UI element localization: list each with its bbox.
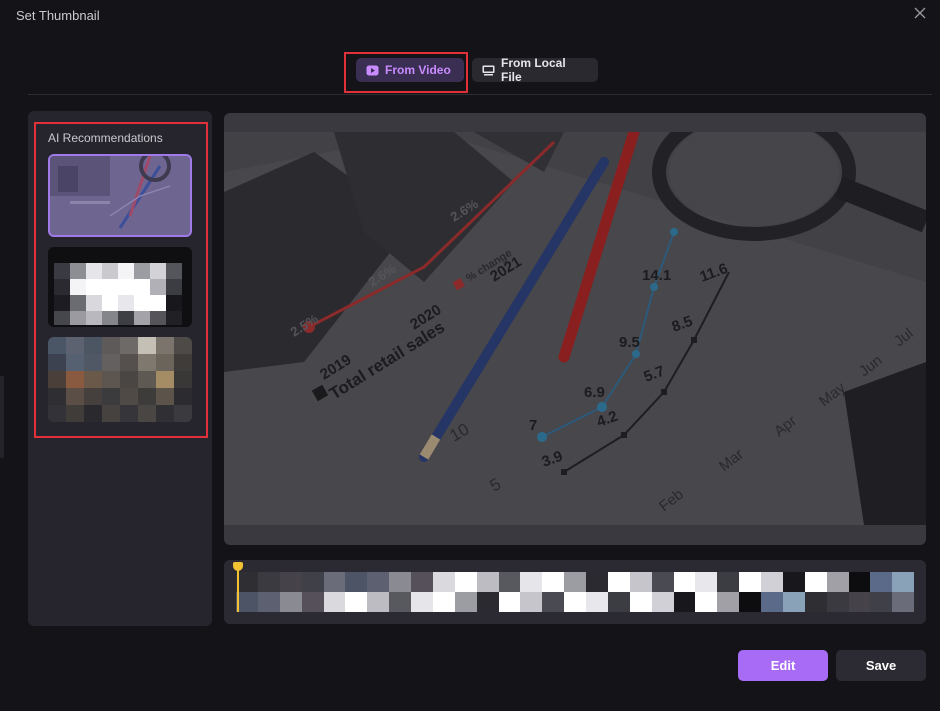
thumbnail-preview-image: 2019 2020 2021 2.5% 2.6% 2.6% Total retail sal… — [224, 132, 926, 525]
tab-from-video[interactable]: From Video — [356, 58, 464, 82]
timeline-frame[interactable] — [498, 572, 521, 612]
tab-from-video-label: From Video — [385, 63, 451, 77]
ai-recommendations-title: AI Recommendations — [48, 131, 163, 145]
timeline-frame[interactable] — [870, 572, 893, 612]
timeline-frame[interactable] — [804, 572, 827, 612]
preview-blue-point-label: 7 — [529, 417, 537, 434]
preview-container: 2019 2020 2021 2.5% 2.6% 2.6% Total retail sal… — [224, 113, 926, 545]
timeline-frame[interactable] — [323, 572, 346, 612]
close-icon[interactable] — [914, 6, 928, 20]
timeline-frame[interactable] — [367, 572, 390, 612]
timeline-frame[interactable] — [411, 572, 433, 612]
timeline-frame[interactable] — [389, 572, 411, 612]
dialog-title: Set Thumbnail — [16, 8, 100, 23]
timeline-frame[interactable] — [695, 572, 718, 612]
timeline-frame[interactable] — [717, 572, 740, 612]
timeline-frame[interactable] — [629, 572, 652, 612]
playhead-line — [237, 570, 239, 612]
tab-from-local-file[interactable]: From Local File — [472, 56, 598, 84]
timeline-frame[interactable] — [739, 572, 761, 612]
timeline-frame[interactable] — [848, 572, 871, 612]
timeline-frame[interactable] — [564, 572, 586, 612]
image-file-icon — [482, 65, 495, 76]
timeline-frame-strip[interactable] — [236, 572, 915, 612]
timeline-frame[interactable] — [257, 572, 280, 612]
timeline-frame[interactable] — [432, 572, 455, 612]
timeline-frame[interactable] — [607, 572, 630, 612]
video-timeline[interactable] — [224, 560, 926, 624]
video-play-icon — [366, 65, 379, 76]
timeline-frame[interactable] — [826, 572, 849, 612]
left-edge-divider — [0, 376, 4, 458]
timeline-frame[interactable] — [892, 572, 915, 612]
timeline-frame[interactable] — [586, 572, 608, 612]
edit-button[interactable]: Edit — [738, 650, 828, 681]
timeline-frame[interactable] — [476, 572, 499, 612]
preview-blue-point-label: 9.5 — [619, 334, 640, 351]
preview-blue-point-label: 6.9 — [584, 384, 605, 401]
timeline-playhead[interactable] — [233, 562, 243, 612]
preview-blue-point-label: 14.1 — [642, 267, 671, 284]
timeline-frame[interactable] — [673, 572, 696, 612]
timeline-frame[interactable] — [761, 572, 783, 612]
save-button[interactable]: Save — [836, 650, 926, 681]
recommendation-thumbnail-1[interactable] — [48, 154, 192, 237]
timeline-frame[interactable] — [279, 572, 302, 612]
timeline-frame[interactable] — [542, 572, 565, 612]
timeline-frame[interactable] — [345, 572, 368, 612]
timeline-frame[interactable] — [454, 572, 477, 612]
timeline-frame[interactable] — [301, 572, 324, 612]
source-tabs: From Video From Local File — [0, 56, 940, 84]
set-thumbnail-dialog: Set Thumbnail From Video From Local File… — [0, 0, 940, 711]
timeline-frame[interactable] — [782, 572, 805, 612]
recommendation-thumbnail-3[interactable] — [48, 337, 192, 422]
header-divider — [28, 94, 932, 95]
tab-from-local-file-label: From Local File — [501, 56, 566, 84]
timeline-frame[interactable] — [520, 572, 543, 612]
recommendation-thumbnail-2[interactable] — [48, 247, 192, 327]
timeline-frame[interactable] — [651, 572, 674, 612]
